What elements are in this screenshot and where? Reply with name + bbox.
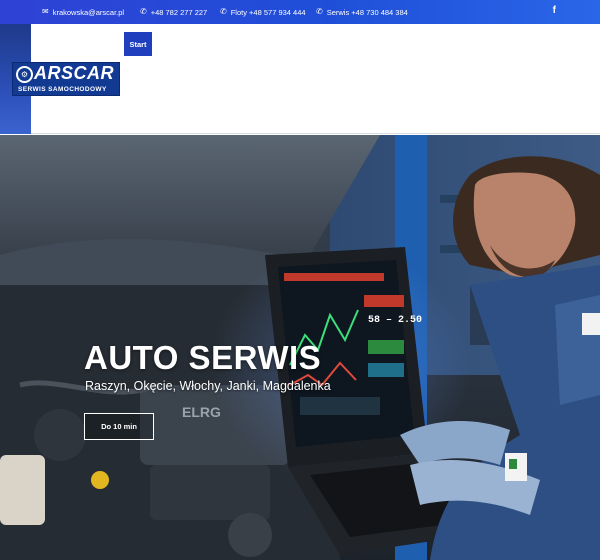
phone-icon: ✆ bbox=[220, 7, 227, 16]
laptop-readout: 58 – 2.50 bbox=[368, 315, 422, 326]
hero-subtitle: Raszyn, Okęcie, Włochy, Janki, Magdalenk… bbox=[85, 379, 331, 393]
phone-fleet-contact[interactable]: ✆ Floty +48 577 934 444 bbox=[220, 0, 306, 24]
cta-button[interactable]: Do 10 min bbox=[84, 413, 154, 440]
logo-text: ARSCAR bbox=[34, 63, 115, 83]
svg-text:ELRG: ELRG bbox=[182, 404, 221, 420]
phone-service-contact[interactable]: ✆ Serwis +48 730 484 384 bbox=[316, 0, 408, 24]
phone-icon: ✆ bbox=[140, 7, 147, 16]
phone-icon: ✆ bbox=[316, 7, 323, 16]
email-contact[interactable]: ✉ krakowska@arscar.pl bbox=[42, 0, 124, 24]
top-contact-bar: ✉ krakowska@arscar.pl ✆ +48 782 277 227 … bbox=[0, 0, 600, 24]
site-header: ⚙ ARSCAR SERWIS SAMOCHODOWY Start bbox=[0, 24, 600, 134]
arscar-logo[interactable]: ⚙ ARSCAR SERWIS SAMOCHODOWY bbox=[12, 62, 120, 96]
hero-section: ELRG 58 – 2.50 AUTO SERWIS Raszyn, Okęci… bbox=[0, 135, 600, 560]
phone-main-contact[interactable]: ✆ +48 782 277 227 bbox=[140, 0, 207, 24]
facebook-icon[interactable]: f bbox=[553, 5, 556, 16]
logo-subtitle: SERWIS SAMOCHODOWY bbox=[18, 86, 107, 93]
logo-emblem-icon: ⚙ bbox=[16, 66, 33, 83]
hero-title: AUTO SERWIS bbox=[84, 339, 322, 376]
nav-start-button[interactable]: Start bbox=[124, 32, 152, 56]
envelope-icon: ✉ bbox=[42, 7, 49, 16]
email-link[interactable]: krakowska@arscar.pl bbox=[53, 8, 124, 17]
phone-fleet-link[interactable]: Floty +48 577 934 444 bbox=[231, 8, 306, 17]
phone-main-link[interactable]: +48 782 277 227 bbox=[151, 8, 208, 17]
phone-service-link[interactable]: Serwis +48 730 484 384 bbox=[327, 8, 408, 17]
